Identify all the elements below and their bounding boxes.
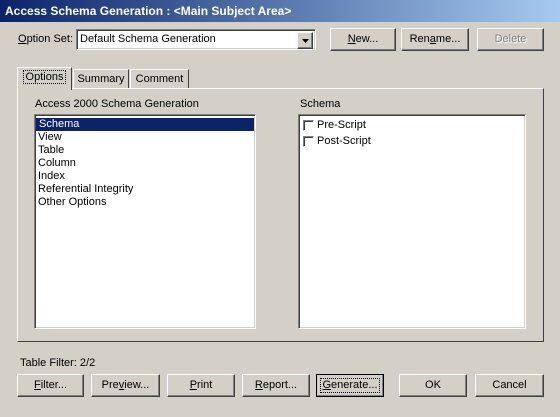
- right-panel-title: Schema: [300, 98, 341, 110]
- pre-script-label: Pre-Script: [317, 119, 366, 131]
- pre-script-checkbox[interactable]: [303, 119, 314, 131]
- left-panel-title: Access 2000 Schema Generation: [35, 98, 199, 110]
- list-item-view[interactable]: View: [35, 131, 255, 144]
- cancel-button[interactable]: Cancel: [475, 374, 544, 397]
- generate-button-label: Generate...: [322, 379, 378, 391]
- list-item-column[interactable]: Column: [35, 157, 255, 170]
- delete-button[interactable]: Delete: [477, 28, 544, 51]
- report-button-label: Report...: [254, 379, 298, 391]
- dropdown-arrow-button[interactable]: [297, 32, 313, 49]
- tab-options[interactable]: Options: [17, 67, 72, 90]
- filter-button-label: Filter...: [33, 379, 68, 391]
- preview-button-label: Preview...: [101, 379, 150, 391]
- schema-options-box: Pre-Script Post-Script: [298, 114, 526, 329]
- ok-button-label: OK: [425, 379, 441, 391]
- post-script-label: Post-Script: [317, 135, 371, 147]
- rename-button-label: Rename...: [409, 33, 461, 45]
- delete-button-label: Delete: [494, 33, 527, 45]
- preview-button[interactable]: Preview...: [91, 374, 160, 397]
- tab-summary-label: Summary: [77, 73, 125, 85]
- option-set-label-mnemonic: O: [18, 33, 27, 45]
- tab-comment[interactable]: Comment: [130, 69, 189, 89]
- option-set-value: Default Schema Generation: [80, 33, 216, 45]
- ok-button[interactable]: OK: [399, 374, 467, 397]
- rename-button[interactable]: Rename...: [401, 28, 469, 51]
- list-item-table[interactable]: Table: [35, 144, 255, 157]
- post-script-option[interactable]: Post-Script: [299, 133, 525, 149]
- list-item-other-options[interactable]: Other Options: [35, 196, 255, 209]
- schema-options-list: Pre-Script Post-Script: [299, 115, 525, 149]
- option-set-label: Option Set:: [18, 33, 73, 45]
- print-button[interactable]: Print: [167, 374, 235, 397]
- list-item-referential-integrity[interactable]: Referential Integrity: [35, 183, 255, 196]
- filter-button[interactable]: Filter...: [17, 374, 84, 397]
- window-title: Access Schema Generation : <Main Subject…: [5, 4, 292, 18]
- chevron-down-icon: [302, 39, 309, 43]
- generate-button[interactable]: Generate...: [316, 374, 384, 397]
- option-set-dropdown[interactable]: Default Schema Generation: [76, 29, 316, 50]
- list-item-index[interactable]: Index: [35, 170, 255, 183]
- cancel-button-label: Cancel: [492, 379, 527, 391]
- post-script-checkbox[interactable]: [303, 135, 314, 147]
- option-set-label-text: ption Set:: [26, 33, 74, 45]
- schema-object-list[interactable]: Schema View Table Column Index Referenti…: [34, 114, 256, 329]
- print-button-label: Print: [189, 379, 213, 391]
- table-filter-status: Table Filter: 2/2: [20, 357, 96, 369]
- window-title-bar[interactable]: Access Schema Generation : <Main Subject…: [0, 0, 560, 22]
- pre-script-option[interactable]: Pre-Script: [299, 117, 525, 133]
- tab-options-label: Options: [22, 70, 67, 84]
- new-button[interactable]: New...: [330, 28, 396, 51]
- report-button[interactable]: Report...: [242, 374, 310, 397]
- tab-comment-label: Comment: [135, 73, 184, 85]
- schema-object-list-items: Schema View Table Column Index Referenti…: [35, 115, 255, 209]
- tab-summary[interactable]: Summary: [73, 69, 129, 89]
- list-item-schema[interactable]: Schema: [36, 118, 254, 131]
- new-button-label: New...: [347, 33, 379, 45]
